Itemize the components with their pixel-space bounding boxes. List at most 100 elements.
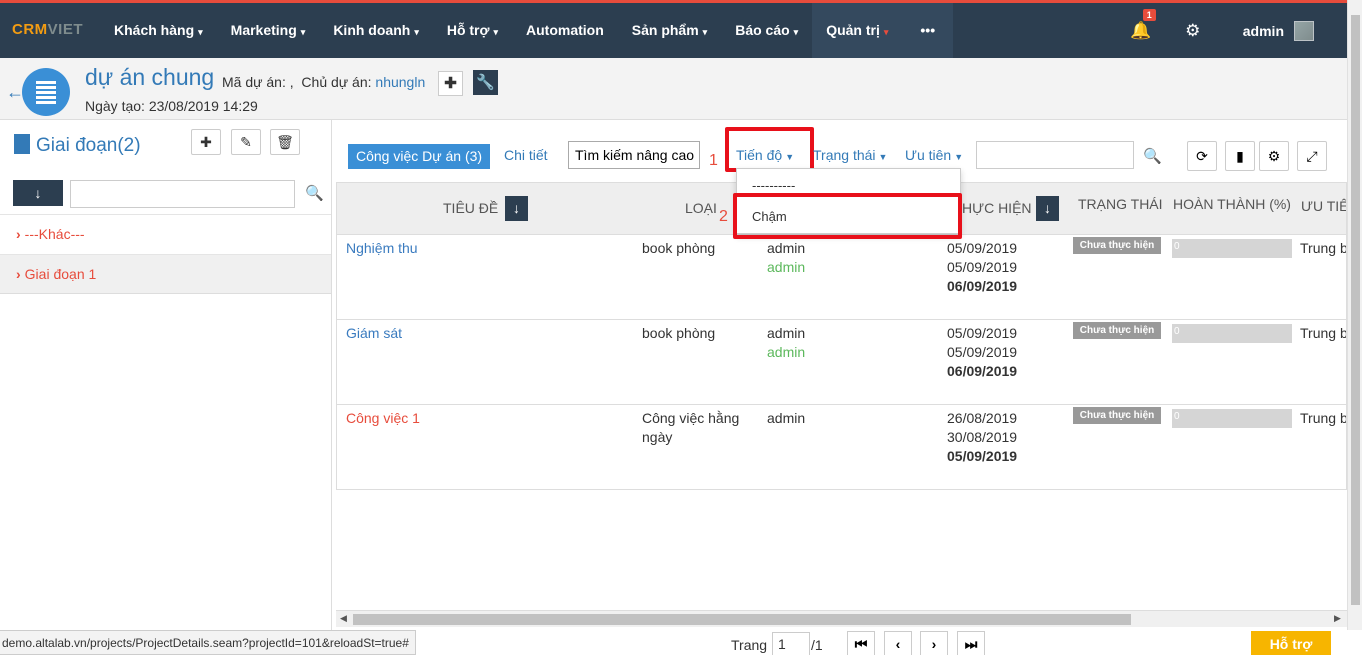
phase-item-khac[interactable]: › ---Khác--- bbox=[0, 214, 331, 254]
sort-title-button[interactable]: ↓ bbox=[505, 196, 528, 221]
search-icon[interactable]: 🔍 bbox=[305, 184, 324, 202]
notification-bell-icon[interactable]: 🔔 1 bbox=[1121, 8, 1161, 41]
due-date: 05/09/2019 bbox=[947, 448, 1018, 464]
actual-date: 05/09/2019 bbox=[947, 344, 1018, 360]
first-page-button[interactable]: ⏮ bbox=[847, 631, 875, 655]
crm-logo[interactable]: CRMVIET bbox=[12, 21, 83, 38]
actual-date: 30/08/2019 bbox=[947, 429, 1018, 445]
nav-label: Hỗ trợ bbox=[446, 22, 490, 38]
tab-project-tasks[interactable]: Công việc Dự án (3) bbox=[348, 144, 491, 169]
tab-detail[interactable]: Chi tiết bbox=[504, 147, 548, 163]
nav-quan-tri[interactable]: Quản trị ▾ bbox=[812, 3, 903, 58]
project-settings-button[interactable]: 🔧 bbox=[473, 70, 498, 95]
completion-percent: 0 bbox=[1174, 241, 1180, 252]
task-type: Công việc hằng ngày bbox=[642, 410, 740, 445]
prev-page-button[interactable]: ‹ bbox=[884, 631, 912, 655]
export-button[interactable]: ▮ bbox=[1225, 141, 1255, 171]
assignee-secondary: admin bbox=[767, 259, 806, 275]
col-priority-header[interactable]: ƯU TIÊ bbox=[1301, 198, 1346, 214]
last-page-button[interactable]: ⏭ bbox=[957, 631, 985, 655]
user-name[interactable]: admin bbox=[1243, 23, 1284, 39]
page-total: /1 bbox=[811, 637, 823, 653]
avatar[interactable] bbox=[1294, 20, 1314, 41]
task-priority: Trung b bbox=[1300, 325, 1347, 341]
column-settings-button[interactable]: ⚙ bbox=[1259, 141, 1289, 171]
nav-marketing[interactable]: Marketing ▾ bbox=[217, 3, 320, 58]
nav-label: Automation bbox=[526, 22, 604, 38]
priority-filter-dropdown[interactable]: Ưu tiên ▼ bbox=[905, 147, 963, 163]
caret-down-icon: ▾ bbox=[300, 27, 306, 37]
last-page-icon: ⏭ bbox=[964, 636, 978, 652]
scroll-left-arrow-icon[interactable]: ◀ bbox=[340, 613, 347, 624]
advanced-search-button[interactable]: Tìm kiếm nâng cao bbox=[568, 141, 700, 169]
phase-search-input[interactable] bbox=[70, 180, 295, 208]
horizontal-scrollbar[interactable]: ◀ ▶ bbox=[336, 610, 1347, 627]
help-button[interactable]: Hỗ trợ bbox=[1251, 631, 1331, 655]
progress-filter-dropdown[interactable]: Tiến độ ▼ bbox=[736, 147, 794, 163]
col-status-header[interactable]: TRẠNG THÁI bbox=[1078, 196, 1163, 212]
completion-percent: 0 bbox=[1174, 326, 1180, 337]
task-title-link[interactable]: Công việc 1 bbox=[346, 409, 420, 428]
logo-viet-text: VIET bbox=[47, 21, 84, 38]
caret-down-icon: ▼ bbox=[878, 152, 888, 162]
phase-item-giai-doan-1[interactable]: › Giai đoạn 1 bbox=[0, 254, 331, 294]
edit-phase-button[interactable]: ✎ bbox=[231, 129, 261, 155]
settings-gear-icon[interactable]: ⚙ bbox=[1173, 21, 1213, 41]
nav-kinh-doanh[interactable]: Kinh doanh ▾ bbox=[319, 3, 433, 58]
main-menu: Khách hàng ▾ Marketing ▾ Kinh doanh ▾ Hỗ tr… bbox=[100, 3, 954, 58]
progress-option-none[interactable]: ---------- bbox=[737, 178, 960, 193]
vertical-scrollbar[interactable] bbox=[1347, 0, 1362, 635]
status-filter-dropdown[interactable]: Trạng thái ▼ bbox=[813, 147, 887, 163]
add-phase-button[interactable]: ✚ bbox=[191, 129, 221, 155]
nav-khach-hang[interactable]: Khách hàng ▾ bbox=[100, 3, 217, 58]
notification-badge: 1 bbox=[1142, 8, 1156, 21]
task-assignee: admin admin bbox=[767, 239, 805, 277]
caret-down-icon: ▾ bbox=[883, 27, 889, 37]
phase-item-label: ---Khác--- bbox=[24, 226, 85, 242]
col-date-header[interactable]: HỰC HIỆN bbox=[962, 200, 1032, 216]
sort-down-arrow-icon: ↓ bbox=[513, 200, 520, 216]
table-row[interactable]: Nghiệm thu book phòng admin admin 05/09/2… bbox=[337, 235, 1346, 320]
delete-phase-button[interactable]: 🗑 bbox=[270, 129, 300, 155]
nav-label: Khách hàng bbox=[114, 22, 195, 38]
nav-bao-cao[interactable]: Báo cáo ▾ bbox=[721, 3, 812, 58]
logo-crm-text: CRM bbox=[12, 21, 48, 38]
refresh-button[interactable]: ⟳ bbox=[1187, 141, 1217, 171]
scrollbar-thumb[interactable] bbox=[353, 614, 1131, 625]
next-page-button[interactable]: › bbox=[920, 631, 948, 655]
scrollbar-thumb[interactable] bbox=[1351, 15, 1360, 605]
sort-date-button[interactable]: ↓ bbox=[1036, 196, 1059, 221]
scroll-right-arrow-icon[interactable]: ▶ bbox=[1334, 613, 1341, 624]
search-icon[interactable]: 🔍 bbox=[1143, 147, 1162, 165]
phase-sort-button[interactable]: ↓ bbox=[13, 180, 63, 206]
nav-san-pham[interactable]: Sản phẩm ▾ bbox=[618, 3, 721, 58]
status-badge: Chưa thực hiện bbox=[1073, 322, 1161, 339]
table-row[interactable]: Công việc 1 Công việc hằng ngày admin 26… bbox=[337, 405, 1347, 489]
col-title-header[interactable]: TIÊU ĐỀ bbox=[443, 200, 498, 216]
completion-progress-bar: 0 bbox=[1172, 409, 1292, 428]
page-number-input[interactable]: 1 bbox=[772, 632, 810, 655]
table-row[interactable]: Giám sát book phòng admin admin 05/09/201… bbox=[337, 320, 1347, 405]
task-priority: Trung b bbox=[1300, 410, 1347, 426]
task-search-input[interactable] bbox=[976, 141, 1134, 169]
task-dates: 26/08/2019 30/08/2019 05/09/2019 bbox=[947, 409, 1017, 466]
col-type-header[interactable]: LOẠI bbox=[685, 200, 717, 216]
task-title-link[interactable]: Nghiệm thu bbox=[346, 239, 418, 258]
start-date: 05/09/2019 bbox=[947, 240, 1018, 256]
nav-more-button[interactable]: ••• bbox=[902, 3, 954, 58]
caret-down-icon: ▾ bbox=[198, 27, 203, 37]
assignee-name: admin bbox=[767, 325, 806, 341]
fullscreen-button[interactable]: ⤢ bbox=[1297, 141, 1327, 171]
add-member-button[interactable]: ✚ bbox=[438, 71, 463, 96]
caret-down-icon: ▾ bbox=[414, 27, 419, 37]
project-owner-link[interactable]: nhungln bbox=[375, 74, 425, 90]
task-title-link[interactable]: Giám sát bbox=[346, 324, 402, 343]
completion-progress-bar: 0 bbox=[1172, 239, 1292, 258]
phase-panel-title: Giai đoạn(2) bbox=[14, 134, 141, 157]
nav-automation[interactable]: Automation bbox=[512, 3, 618, 58]
phase-title-text: Giai đoạn(2) bbox=[36, 135, 141, 156]
project-header: ← dự án chung Mã dự án: , Chủ dự án: nhu… bbox=[0, 58, 1362, 120]
nav-ho-tro[interactable]: Hỗ trợ ▾ bbox=[433, 3, 512, 58]
col-complete-header[interactable]: HOÀN THÀNH (%) bbox=[1173, 196, 1291, 212]
chevron-right-icon: › bbox=[16, 266, 21, 282]
